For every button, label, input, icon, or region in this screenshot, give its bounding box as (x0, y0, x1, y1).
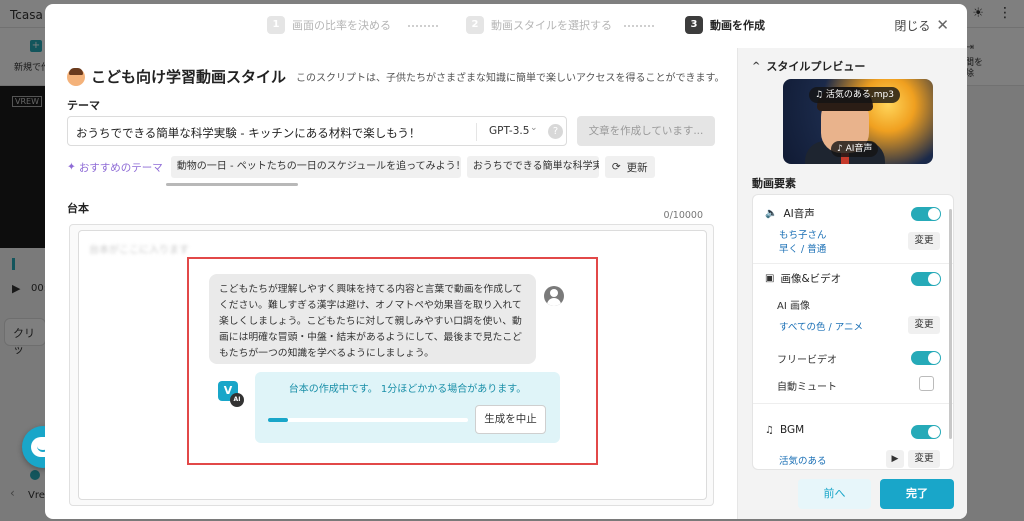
elements-scrollbar[interactable] (949, 209, 952, 439)
bgm-change-button[interactable]: 変更 (908, 450, 940, 468)
ai-badge: AI (230, 393, 244, 407)
step-3: 3 動画を作成 (685, 16, 765, 34)
image-change-button[interactable]: 変更 (908, 316, 940, 334)
close-icon: ✕ (936, 16, 949, 34)
recommend-scrollbar[interactable] (166, 183, 298, 186)
user-avatar-icon (544, 286, 564, 306)
close-label: 閉じる (894, 18, 931, 33)
free-video-toggle[interactable] (911, 351, 941, 365)
step-label: 動画スタイルを選択する (491, 19, 612, 32)
generation-progress-fill (268, 418, 288, 422)
step-separator (624, 25, 654, 27)
stop-generation-button[interactable]: 生成を中止 (475, 405, 546, 434)
sparkle-icon: ✦ (67, 161, 76, 173)
step-2: 2 動画スタイルを選択する (466, 16, 612, 34)
image-video-icon: ▣ (765, 273, 775, 284)
style-preview-label: スタイルプレビュー (766, 60, 866, 73)
music-note-icon: ♫ (765, 424, 774, 436)
help-icon[interactable]: ? (548, 124, 563, 139)
style-title: こども向け学習動画スタイル (91, 68, 287, 86)
close-button[interactable]: 閉じる ✕ (894, 16, 949, 34)
ai-status-card: 台本の作成中です。 1分ほどかかる場合があります。 生成を中止 (255, 372, 560, 443)
create-video-modal: 1 画面の比率を決める 2 動画スタイルを選択する 3 動画を作成 閉じる ✕ … (45, 4, 967, 519)
theme-value[interactable]: おうちでできる簡単な科学実験 - キッチンにある材料で楽しもう！ (76, 125, 420, 141)
bgm-title: ♫ BGM (765, 424, 804, 436)
refresh-button[interactable]: ⟳ 更新 (604, 156, 655, 178)
step-number: 1 (267, 16, 285, 34)
ai-voice-toggle[interactable] (911, 207, 941, 221)
generate-script-button[interactable]: 文章を作成しています... (577, 116, 715, 146)
recommend-chip[interactable]: おうちでできる簡単な科学実験 (466, 156, 599, 178)
recommend-row: ✦ おすすめのテーマ 動物の一日 - ペットたちの一日のスケジュールを追ってみよ… (67, 156, 655, 178)
style-title-row: こども向け学習動画スタイル このスクリプトは、子供たちがさまざまな知識に簡単で楽… (67, 66, 725, 87)
child-emoji-icon (67, 67, 85, 86)
bgm-mood-link[interactable]: 活気のある (779, 453, 827, 467)
script-label: 台本 (67, 202, 89, 215)
refresh-icon: ⟳ (611, 161, 621, 173)
model-select[interactable]: GPT-3.5 (489, 125, 529, 137)
media-toggle[interactable] (911, 272, 941, 286)
theme-input[interactable]: おうちでできる簡単な科学実験 - キッチンにある材料で楽しもう！ GPT-3.5… (67, 116, 567, 146)
previous-button[interactable]: 前へ (798, 479, 871, 509)
video-elements-card: 🔈 AI音声 もち子さん 早く / 普通 変更 ▣ 画像&ビデオ AI 画像 す… (752, 194, 954, 470)
chevron-up-icon: ^ (752, 60, 761, 72)
style-preview-image: ♫ 活気のある.mp3 ♪ AI音声 (783, 79, 933, 164)
auto-mute-label: 自動ミュート (777, 382, 837, 393)
auto-mute-checkbox[interactable] (919, 376, 934, 391)
step-label: 画面の比率を決める (292, 19, 391, 32)
done-button[interactable]: 完了 (880, 479, 954, 509)
chevron-down-icon[interactable]: ⌄ (530, 123, 538, 133)
media-label: 画像&ビデオ (780, 273, 842, 285)
step-label: 動画を作成 (710, 19, 765, 32)
theme-label: テーマ (67, 99, 100, 112)
recommend-label-text: おすすめのテーマ (78, 161, 163, 174)
voice-speed-link[interactable]: 早く / 普通 (779, 241, 826, 255)
modal-header: 1 画面の比率を決める 2 動画スタイルを選択する 3 動画を作成 閉じる ✕ (45, 4, 967, 48)
section-divider (753, 263, 953, 264)
ai-status-message: 台本の作成中です。 1分ほどかかる場合があります。 (288, 384, 527, 395)
step-separator (408, 25, 438, 27)
bgm-label: BGM (779, 424, 805, 436)
script-placeholder: 台本がここに入ります (89, 245, 189, 256)
script-char-count: 0/10000 (663, 210, 703, 221)
step-number: 2 (466, 16, 484, 34)
media-title: ▣ 画像&ビデオ (765, 271, 841, 286)
voice-change-button[interactable]: 変更 (908, 232, 940, 250)
style-description: このスクリプトは、子供たちがさまざまな知識に簡単で楽しいアクセスを得ることができ… (296, 73, 725, 84)
bgm-toggle[interactable] (911, 425, 941, 439)
preview-voice-chip: ♪ AI音声 (831, 141, 879, 157)
video-elements-label: 動画要素 (752, 177, 796, 190)
style-preview-toggle[interactable]: ^ スタイルプレビュー (752, 58, 865, 74)
style-panel: ^ スタイルプレビュー ♫ 活気のある.mp3 ♪ AI音声 動画要素 🔈 AI… (737, 48, 967, 519)
ai-voice-title: 🔈 AI音声 (765, 206, 815, 221)
preview-audio-chip: ♫ 活気のある.mp3 (809, 87, 900, 103)
input-divider (476, 123, 477, 141)
ai-voice-label: AI音声 (783, 208, 815, 220)
refresh-label: 更新 (626, 161, 648, 174)
step-1: 1 画面の比率を決める (267, 16, 391, 34)
generation-progress-bar (268, 418, 468, 422)
image-style-link[interactable]: すべての色 / アニメ (779, 319, 863, 333)
ai-image-label: AI 画像 (777, 301, 810, 312)
section-divider (753, 403, 953, 404)
recommend-label: ✦ おすすめのテーマ (67, 160, 163, 175)
prompt-bubble: こどもたちが理解しやすく興味を持てる内容と言葉で動画を作成してください。難しすぎ… (209, 274, 536, 364)
play-icon[interactable]: ▶ (886, 450, 904, 468)
step-number: 3 (685, 16, 703, 34)
recommend-chip[interactable]: 動物の一日 - ペットたちの一日のスケジュールを追ってみよう！ (170, 156, 461, 178)
voice-name-link[interactable]: もち子さん (779, 227, 827, 241)
voice-icon: 🔈 (765, 208, 778, 219)
main-panel: こども向け学習動画スタイル このスクリプトは、子供たちがさまざまな知識に簡単で楽… (45, 48, 737, 519)
free-video-label: フリービデオ (777, 355, 837, 366)
